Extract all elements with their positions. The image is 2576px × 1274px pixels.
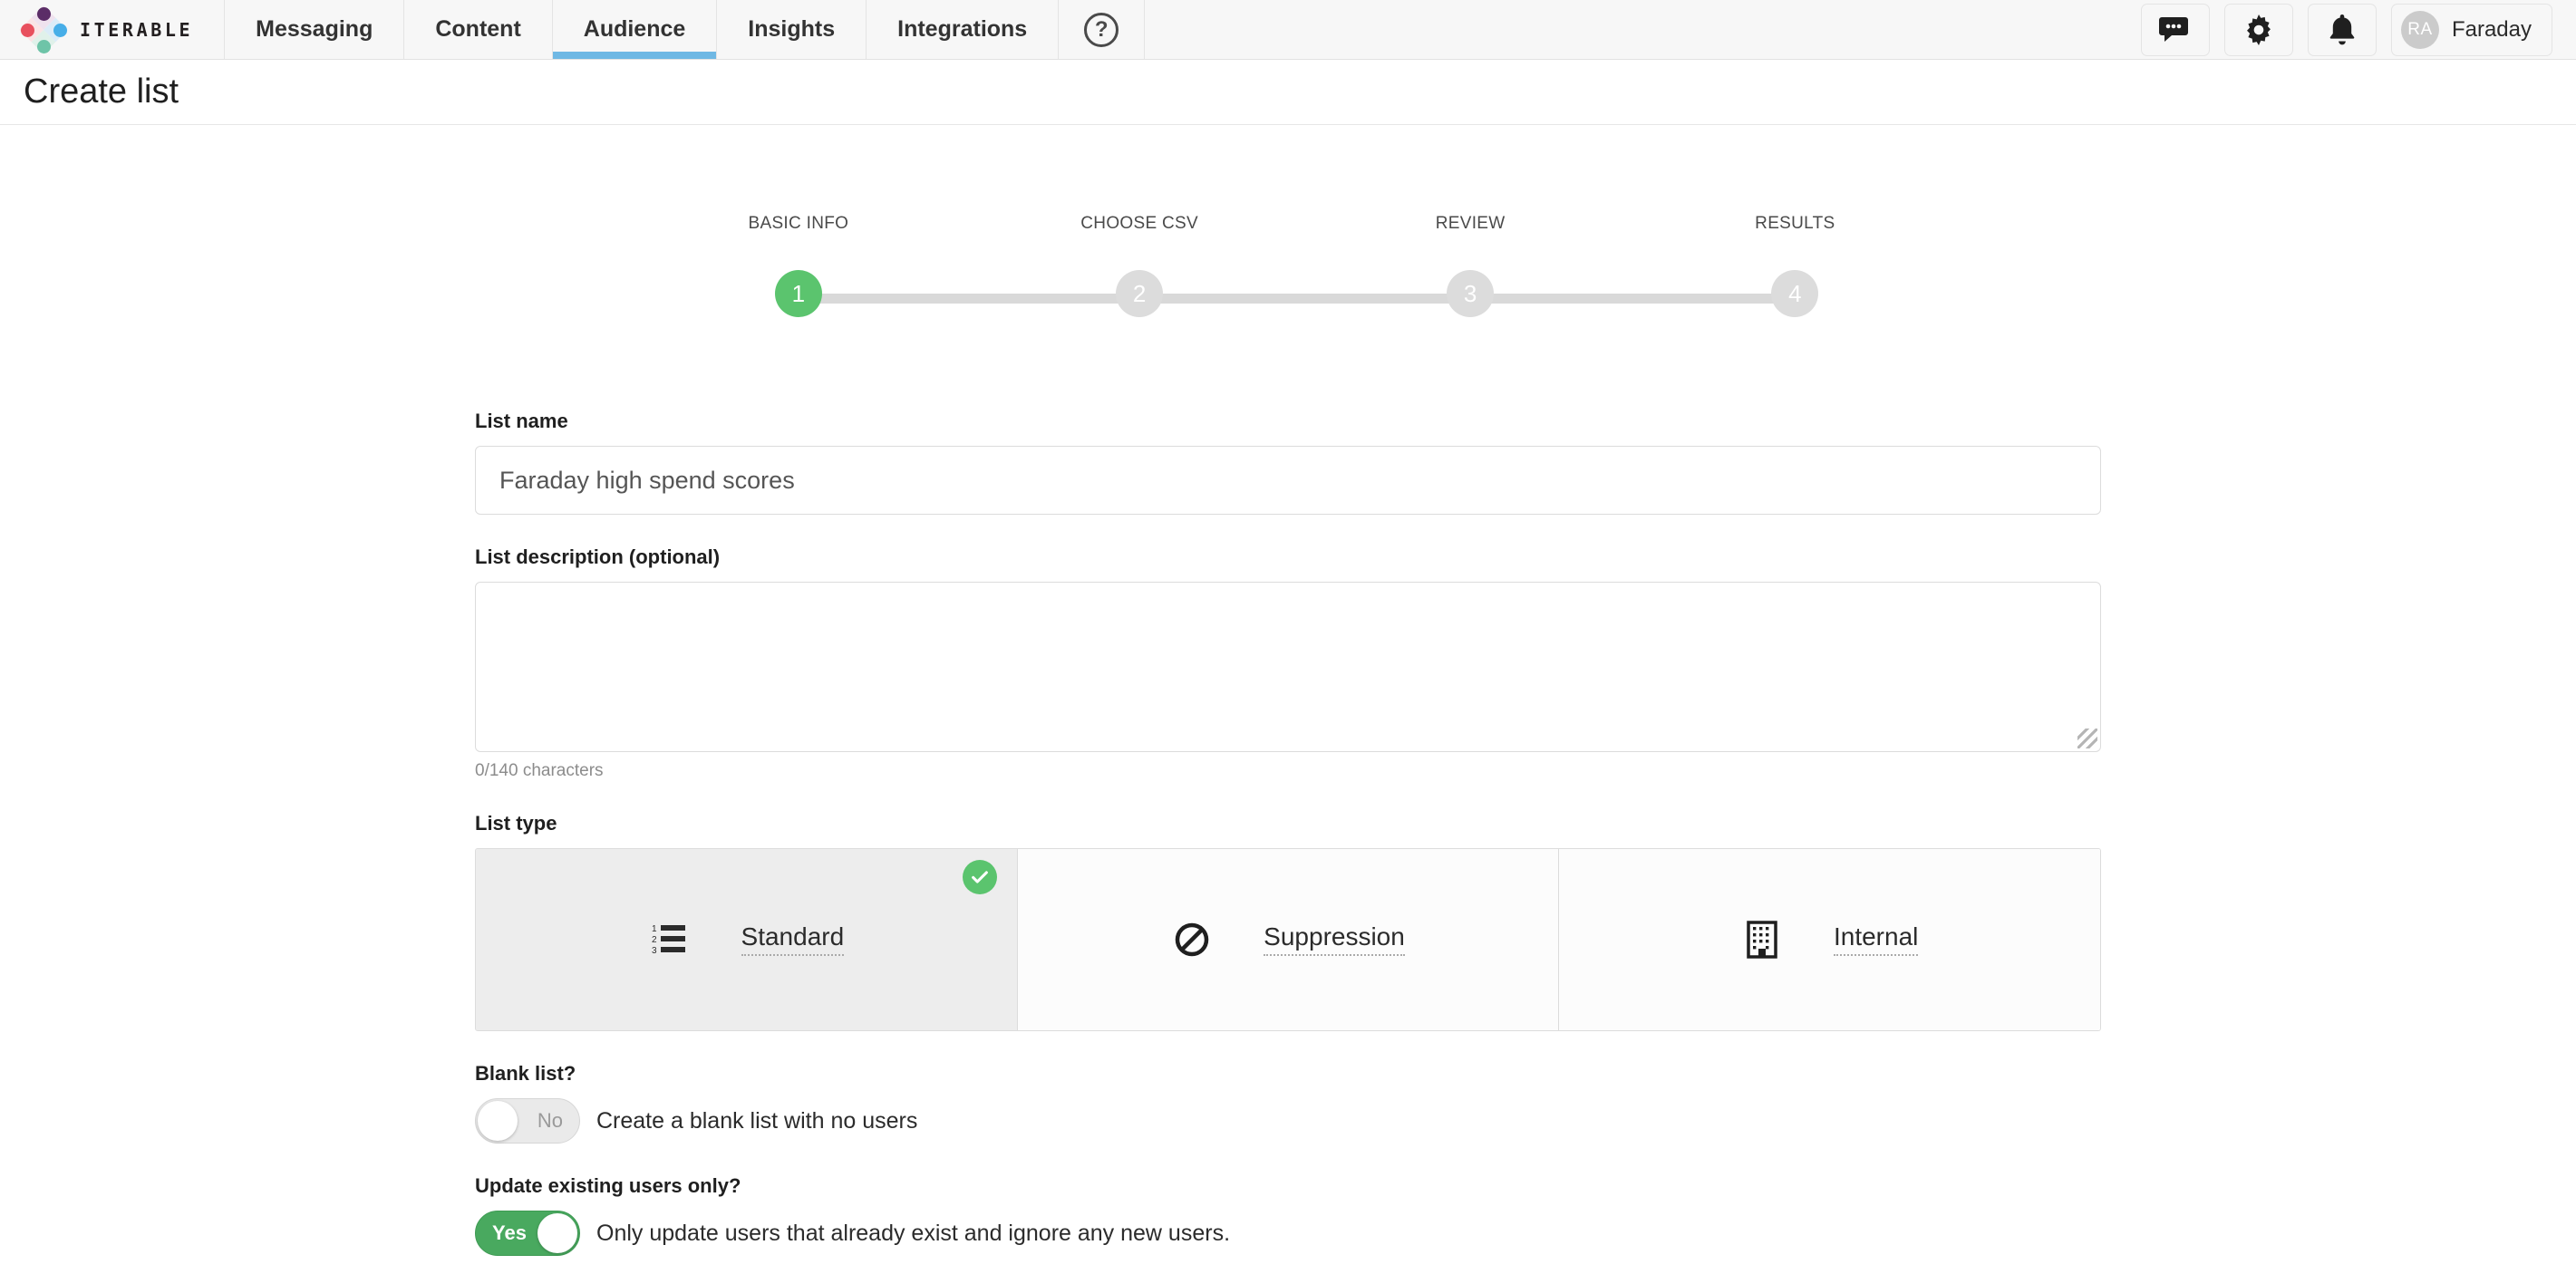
toggle-knob <box>537 1213 577 1253</box>
create-list-form: List name List description (optional) 0/… <box>475 410 2101 1274</box>
gear-icon <box>2246 14 2271 45</box>
brand-wordmark: ITERABLE <box>80 18 194 41</box>
list-name-input[interactable] <box>475 446 2101 515</box>
nav-tab-insights[interactable]: Insights <box>717 0 867 59</box>
list-type-group: List type 1 2 3 Standard Suppression Int… <box>475 812 2101 1031</box>
blank-list-label: Blank list? <box>475 1062 576 1085</box>
selected-check-icon <box>962 860 997 894</box>
nav-tab-integrations[interactable]: Integrations <box>867 0 1060 59</box>
blank-list-group: Blank list? No Create a blank list with … <box>475 1062 2101 1144</box>
list-description-group: List description (optional) 0/140 charac… <box>475 545 2101 781</box>
update-existing-users-group: Update existing users only? Yes Only upd… <box>475 1174 2101 1256</box>
wizard-stepper: BASIC INFO CHOOSE CSV REVIEW RESULTS 1 2… <box>749 214 1835 326</box>
page-content: BASIC INFO CHOOSE CSV REVIEW RESULTS 1 2… <box>0 214 2576 1274</box>
toggle-state-label: No <box>537 1109 563 1132</box>
chat-button[interactable] <box>2140 3 2210 56</box>
building-icon <box>1741 921 1783 959</box>
step-label-choose-csv: CHOOSE CSV <box>1080 214 1198 233</box>
top-navigation-bar: ITERABLE Messaging Content Audience Insi… <box>0 0 2576 60</box>
stepper-labels: BASIC INFO CHOOSE CSV REVIEW RESULTS <box>749 214 1835 236</box>
nav-tab-content[interactable]: Content <box>404 0 553 59</box>
character-counter: 0/140 characters <box>475 761 604 780</box>
nav-tab-audience[interactable]: Audience <box>552 0 718 59</box>
toggle-state-label: Yes <box>492 1221 527 1244</box>
list-description-label: List description (optional) <box>475 545 721 568</box>
question-mark-icon: ? <box>1084 12 1119 47</box>
list-type-label: List type <box>475 812 557 835</box>
step-label-basic-info: BASIC INFO <box>748 214 849 233</box>
chat-bubble-icon <box>2158 16 2188 42</box>
step-node-3[interactable]: 3 <box>1447 270 1495 317</box>
list-type-label-internal: Internal <box>1833 922 1919 956</box>
iterable-logo-icon <box>19 5 68 54</box>
update-existing-users-toggle[interactable]: Yes <box>475 1211 580 1256</box>
toggle-knob <box>478 1101 518 1141</box>
list-description-textarea[interactable] <box>475 582 2101 752</box>
nav-tab-label: Content <box>435 16 521 42</box>
no-entry-icon <box>1171 922 1213 958</box>
list-type-option-standard[interactable]: 1 2 3 Standard <box>476 849 1018 1030</box>
notifications-button[interactable] <box>2307 3 2377 56</box>
list-type-label-standard: Standard <box>741 922 845 956</box>
list-name-label: List name <box>475 410 568 432</box>
svg-text:2: 2 <box>652 935 657 945</box>
step-node-1[interactable]: 1 <box>774 270 822 317</box>
step-label-results: RESULTS <box>1755 214 1835 233</box>
nav-help-button[interactable]: ? <box>1059 0 1146 59</box>
list-type-option-suppression[interactable]: Suppression <box>1017 849 1560 1030</box>
list-type-options: 1 2 3 Standard Suppression Internal <box>475 848 2101 1031</box>
nav-tab-label: Audience <box>583 16 686 42</box>
step-number: 1 <box>791 279 806 307</box>
bell-icon <box>2329 14 2355 44</box>
list-type-option-internal[interactable]: Internal <box>1559 849 2100 1030</box>
step-label-review: REVIEW <box>1435 214 1506 233</box>
page-header: Create list <box>0 60 2576 125</box>
settings-button[interactable] <box>2223 3 2293 56</box>
list-name-group: List name <box>475 410 2101 515</box>
user-name: Faraday <box>2451 16 2532 42</box>
numbered-list-icon: 1 2 3 <box>649 922 691 957</box>
help-glyph: ? <box>1094 16 1109 42</box>
step-number: 4 <box>1788 279 1802 307</box>
nav-tab-label: Insights <box>748 16 836 42</box>
nav-actions: RA Faraday <box>2140 0 2576 59</box>
blank-list-description: Create a blank list with no users <box>596 1107 918 1134</box>
step-number: 3 <box>1463 279 1477 307</box>
user-menu[interactable]: RA Faraday <box>2390 3 2552 56</box>
nav-tab-label: Messaging <box>256 16 373 42</box>
svg-text:3: 3 <box>652 946 657 956</box>
svg-text:1: 1 <box>652 924 657 934</box>
nav-tab-messaging[interactable]: Messaging <box>225 0 405 59</box>
update-existing-users-label: Update existing users only? <box>475 1174 741 1197</box>
stepper-connector-line <box>794 294 1782 304</box>
blank-list-toggle[interactable]: No <box>475 1098 580 1144</box>
step-node-4[interactable]: 4 <box>1771 270 1819 317</box>
list-type-label-suppression: Suppression <box>1264 922 1405 956</box>
brand-logo[interactable]: ITERABLE <box>0 0 226 59</box>
step-number: 2 <box>1132 279 1147 307</box>
update-existing-users-description: Only update users that already exist and… <box>596 1220 1231 1246</box>
nav-tab-label: Integrations <box>897 16 1028 42</box>
stepper-track: 1 2 3 4 <box>774 270 1819 326</box>
step-node-2[interactable]: 2 <box>1116 270 1164 317</box>
page-title: Create list <box>24 72 179 111</box>
avatar: RA <box>2400 10 2439 49</box>
nav-tab-list: Messaging Content Audience Insights Inte… <box>225 0 1146 59</box>
